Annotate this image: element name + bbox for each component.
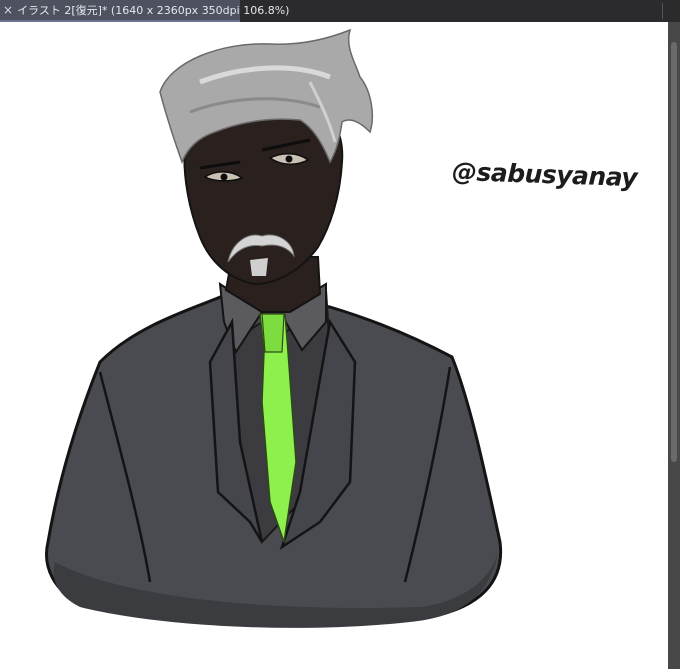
vertical-scrollbar[interactable]: [668, 22, 680, 669]
beard: [250, 258, 268, 276]
canvas-paper[interactable]: @sabusyanay: [0, 22, 668, 669]
scrollbar-thumb[interactable]: [671, 42, 677, 462]
close-tab-icon[interactable]: ×: [3, 3, 13, 17]
tab-bar-divider: [662, 3, 663, 19]
document-tab-title[interactable]: イラスト 2[復元]* (1640 x 2360px 350dpi 106.8%…: [17, 2, 289, 18]
document-tab-bar: × イラスト 2[復元]* (1640 x 2360px 350dpi 106.…: [0, 0, 680, 22]
character-illustration: [45, 28, 503, 628]
document-tab[interactable]: × イラスト 2[復元]* (1640 x 2360px 350dpi 106.…: [0, 0, 289, 22]
canvas-area[interactable]: @sabusyanay: [0, 22, 680, 669]
